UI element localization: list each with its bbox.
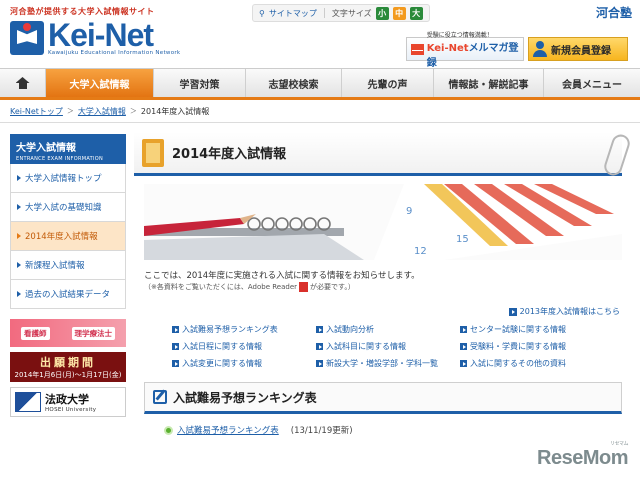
font-size-large-button[interactable]: 大 <box>409 6 423 20</box>
new-member-label: 新規会員登録 <box>551 45 611 57</box>
sidebar-item-top[interactable]: 大学入試情報トップ <box>10 164 126 193</box>
person-icon <box>533 41 547 57</box>
breadcrumb: Kei-Netトップ ＞ 大学入試情報 ＞ 2014年度入試情報 <box>10 104 209 118</box>
arrow-right-icon <box>460 359 467 367</box>
breadcrumb-separator-icon: ＞ <box>129 107 137 115</box>
bullet-icon <box>164 425 173 435</box>
arrow-right-icon <box>17 262 21 268</box>
resemom-watermark: ReseMom リセマム <box>537 441 628 469</box>
font-size-small-button[interactable]: 小 <box>375 6 389 20</box>
breadcrumb-separator-icon: ＞ <box>66 107 74 115</box>
home-icon <box>16 77 30 89</box>
pdf-icon <box>299 282 309 292</box>
svg-text:9: 9 <box>406 206 412 217</box>
sidebar-item-basics[interactable]: 大学入試の基礎知識 <box>10 193 126 222</box>
arrow-right-icon <box>316 342 323 350</box>
font-size-medium-button[interactable]: 中 <box>392 6 406 20</box>
hero-image: 9 15 12 <box>144 184 622 260</box>
site-header: 河合塾が提供する大学入試情報サイト Kei-Net Kawaijuku Educ… <box>0 0 640 69</box>
sidebar-item-2014[interactable]: 2014年度入試情報 <box>10 222 126 251</box>
main-nav: 大学入試情報 学習対策 志望校検索 先輩の声 情報誌・解説記事 会員メニュー <box>0 68 640 100</box>
breadcrumb-entrance-exam[interactable]: 大学入試情報 <box>78 106 126 117</box>
nav-school-search[interactable]: 志望校検索 <box>246 69 342 97</box>
page-title: 2014年度入試情報 <box>172 147 287 162</box>
sitemap-icon: ⚲ <box>259 8 265 18</box>
utility-bar: ⚲ サイトマップ 文字サイズ 小 中 大 <box>252 4 430 22</box>
arrow-right-icon <box>17 175 21 181</box>
nav-home[interactable] <box>0 69 46 97</box>
application-period-banner[interactable]: 出願期間 2014年1月6日(月)〜1月17日(金) <box>10 352 126 382</box>
mail-banner-caption: 受験に役立つ情報満載！ <box>426 31 493 39</box>
link-fees[interactable]: 受験料・学費に関する情報 <box>460 340 622 352</box>
mail-banner-brand: Kei-Net <box>426 42 469 54</box>
nav-magazines[interactable]: 情報誌・解説記事 <box>434 69 544 97</box>
nav-member-menu[interactable]: 会員メニュー <box>544 69 640 97</box>
breadcrumb-current: 2014年度入試情報 <box>140 106 210 116</box>
sitemap-link[interactable]: サイトマップ <box>269 8 317 19</box>
arrow-right-icon <box>460 325 467 333</box>
adobe-note: （※各資料をご覧いただくには、Adobe Reader が必要です。） <box>144 282 355 292</box>
sidebar-item-past-results[interactable]: 過去の入試結果データ <box>10 280 126 309</box>
ranking-item: 入試難易予想ランキング表 (13/11/19更新) <box>164 424 353 436</box>
link-subjects[interactable]: 入試科目に関する情報 <box>316 340 460 352</box>
arrow-right-icon <box>17 204 21 210</box>
mail-icon <box>411 43 424 55</box>
main-content: 2014年度入試情報 9 15 12 ここでは、2014年度に実施される入試に関… <box>134 132 633 478</box>
intro-text: ここでは、2014年度に実施される入試に関する情報をお知らせします。 <box>144 271 420 281</box>
ranking-section-header: 入試難易予想ランキング表 <box>144 382 622 414</box>
link-new-universities[interactable]: 新設大学・増設学部・学科一覧 <box>316 357 460 369</box>
arrow-right-icon <box>508 307 517 316</box>
arrow-right-icon <box>17 291 21 297</box>
sidebar-title: 大学入試情報 <box>16 143 76 154</box>
arrow-right-icon <box>172 325 179 333</box>
link-other-materials[interactable]: 入試に関するその他の資料 <box>460 357 622 369</box>
sidebar-item-new-curriculum[interactable]: 新課程入試情報 <box>10 251 126 280</box>
link-changes[interactable]: 入試変更に関する情報 <box>172 357 316 369</box>
new-member-banner[interactable]: 新規会員登録 <box>528 37 628 61</box>
logo-name: Kei-Net <box>48 17 154 53</box>
svg-text:15: 15 <box>456 234 469 245</box>
svg-text:12: 12 <box>414 246 427 257</box>
arrow-right-icon <box>460 342 467 350</box>
nav-study[interactable]: 学習対策 <box>154 69 246 97</box>
kei-net-logo-icon <box>10 21 44 55</box>
arrow-right-icon <box>17 233 21 239</box>
sidebar-header: 大学入試情報 ENTRANCE EXAM INFORMATION <box>10 134 126 164</box>
nursing-ad-banner[interactable]: 看護師 理学療法士 <box>10 319 126 347</box>
mail-magazine-banner[interactable]: 受験に役立つ情報満載！ Kei-Netメルマガ登録 <box>406 32 524 69</box>
nav-entrance-exam[interactable]: 大学入試情報 <box>46 69 154 97</box>
sidebar-subtitle: ENTRANCE EXAM INFORMATION <box>16 156 104 162</box>
nav-senior-voices[interactable]: 先輩の声 <box>342 69 434 97</box>
arrow-right-icon <box>316 359 323 367</box>
site-logo[interactable]: Kei-Net Kawaijuku Educational Informatio… <box>10 17 181 56</box>
hosei-university-banner[interactable]: 法政大学 HOSEI University <box>10 387 126 417</box>
paperclip-icon <box>601 132 633 178</box>
arrow-right-icon <box>172 342 179 350</box>
site-tagline: 河合塾が提供する大学入試情報サイト <box>10 7 155 16</box>
pencil-icon <box>153 390 167 404</box>
sidebar: 大学入試情報 ENTRANCE EXAM INFORMATION 大学入試情報ト… <box>10 134 126 417</box>
link-trend-analysis[interactable]: 入試動向分析 <box>316 323 460 335</box>
link-ranking[interactable]: 入試難易予想ランキング表 <box>172 323 316 335</box>
font-size-label: 文字サイズ <box>331 8 372 18</box>
arrow-right-icon <box>316 325 323 333</box>
notebook-icon <box>142 138 164 167</box>
logo-subtitle: Kawaijuku Educational Information Networ… <box>48 50 181 56</box>
kawaijuku-brand[interactable]: 河合塾 <box>596 4 632 21</box>
hosei-logo-icon <box>15 392 41 412</box>
ranking-update-date: (13/11/19更新) <box>290 426 353 436</box>
section-title: 入試難易予想ランキング表 <box>173 390 317 405</box>
breadcrumb-top[interactable]: Kei-Netトップ <box>10 106 63 117</box>
previous-year-link[interactable]: 2013年度入試情報はこちら <box>508 306 620 317</box>
ranking-table-link[interactable]: 入試難易予想ランキング表 <box>177 424 279 436</box>
link-center-exam[interactable]: センター試験に関する情報 <box>460 323 622 335</box>
info-links-grid: 入試難易予想ランキング表 入試動向分析 センター試験に関する情報 入試日程に関す… <box>172 323 622 369</box>
arrow-right-icon <box>172 359 179 367</box>
link-schedule[interactable]: 入試日程に関する情報 <box>172 340 316 352</box>
page-title-bar: 2014年度入試情報 <box>134 132 633 178</box>
